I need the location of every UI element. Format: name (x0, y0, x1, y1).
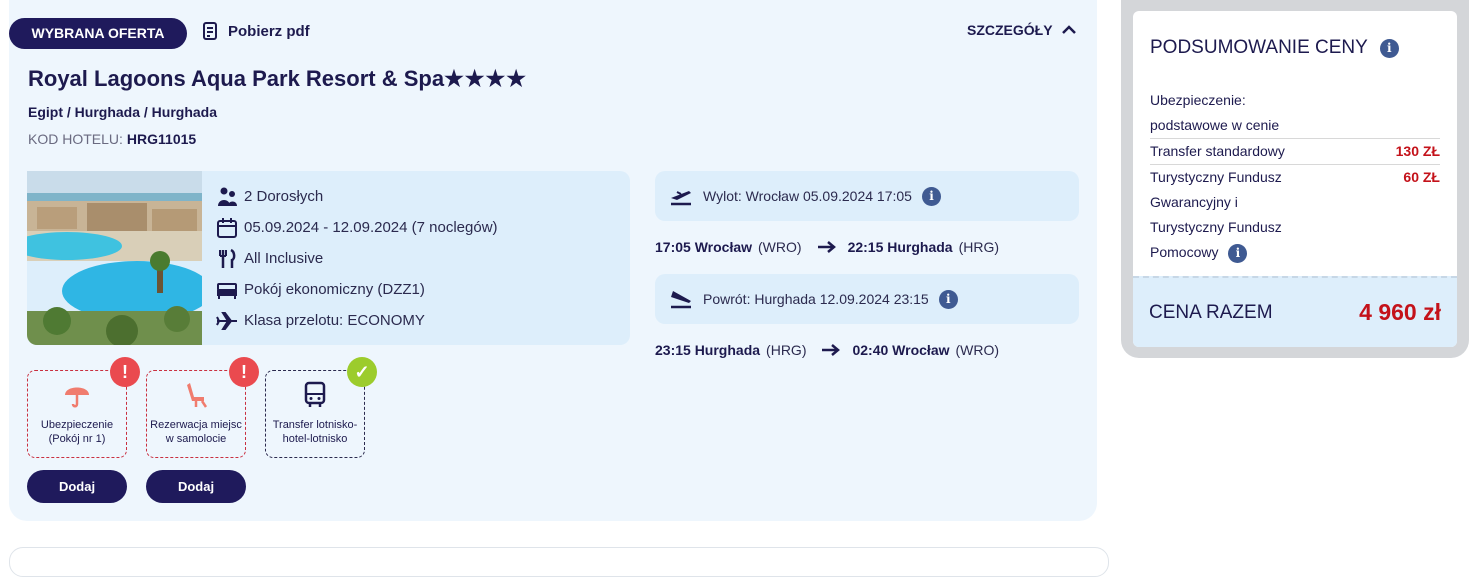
extra-seat-reservation[interactable]: Rezerwacja miejsc w samolocie (146, 370, 246, 458)
details-label: SZCZEGÓŁY (967, 22, 1053, 38)
fork-knife-icon (219, 248, 236, 268)
price-summary-title: PODSUMOWANIE CENY i (1150, 37, 1399, 59)
return-departure: 23:15 Hurghada (655, 342, 761, 358)
return-arrival-code: (WRO) (955, 342, 1000, 358)
dates-row: 05.09.2024 - 12.09.2024 (7 noclegów) (216, 212, 498, 243)
extra-seat-line2: w samolocie (165, 433, 227, 445)
check-icon: ✓ (347, 357, 377, 387)
room-row: Pokój ekonomiczny (DZZ1) (216, 274, 498, 305)
hotel-stars: ★★★★ (444, 66, 527, 91)
plane-arrival-icon (671, 291, 691, 309)
next-card (9, 547, 1109, 577)
total-price-box: CENA RAZEM 4 960 zł (1133, 276, 1457, 347)
outbound-arrival-code: (HRG) (958, 239, 1000, 255)
fund-label-4: Pomocowy (1150, 244, 1219, 260)
arrow-right-icon (817, 241, 836, 253)
total-value: 4 960 zł (1359, 299, 1441, 325)
calendar-icon (217, 217, 237, 238)
details-toggle[interactable]: SZCZEGÓŁY (967, 22, 1077, 38)
arrow-right-icon (822, 344, 841, 356)
room-text: Pokój ekonomiczny (DZZ1) (244, 281, 425, 298)
extra-insurance-line2: (Pokój nr 1) (48, 433, 106, 445)
return-arrival: 02:40 Wrocław (852, 342, 950, 358)
fund-info-icon[interactable]: i (1228, 244, 1248, 263)
warning-icon: ! (110, 357, 140, 387)
chevron-up-icon (1061, 25, 1076, 34)
fund-label-3: Turystyczny Fundusz (1150, 219, 1282, 235)
extra-insurance-line1: Ubezpieczenie (40, 419, 114, 431)
price-row-insurance: Ubezpieczenie: podstawowe w cenie (1150, 88, 1440, 139)
document-icon (203, 22, 217, 40)
fund-label-1: Turystyczny Fundusz (1150, 169, 1282, 185)
transfer-amount: 130 ZŁ (1395, 143, 1440, 159)
people-icon (218, 187, 237, 206)
outbound-route: 17:05 Wrocław (WRO) 22:15 Hurghada (HRG) (655, 239, 999, 255)
selected-offer-badge: WYBRANA OFERTA (9, 18, 187, 49)
bed-icon (217, 282, 237, 299)
insurance-label-2: podstawowe w cenie (1150, 117, 1280, 133)
extra-seat-line1: Rezerwacja miejsc (150, 419, 242, 431)
add-insurance-button[interactable]: Dodaj (27, 470, 127, 503)
warning-icon: ! (229, 357, 259, 387)
plane-icon (216, 311, 237, 330)
return-info-icon[interactable]: i (938, 289, 958, 309)
price-row-fund: Turystyczny Fundusz Gwarancyjny i Turyst… (1150, 165, 1440, 265)
extra-transfer-line1: Transfer lotnisko- (272, 419, 358, 431)
price-rows: Ubezpieczenie: podstawowe w cenie Transfe… (1150, 88, 1440, 265)
hotel-location: Egipt / Hurghada / Hurghada (28, 104, 218, 120)
seat-icon (187, 383, 208, 408)
download-pdf-link[interactable]: Pobierz pdf (202, 22, 310, 40)
hotel-title: Royal Lagoons Aqua Park Resort & Spa★★★★ (28, 66, 527, 92)
insurance-label-1: Ubezpieczenie: (1150, 92, 1246, 108)
hotel-code-label: KOD HOTELU: (28, 131, 123, 147)
hotel-name: Royal Lagoons Aqua Park Resort & Spa (28, 66, 445, 91)
transfer-label: Transfer standardowy (1150, 143, 1285, 159)
price-row-transfer: Transfer standardowy 130 ZŁ (1150, 139, 1440, 165)
outbound-info-icon[interactable]: i (921, 186, 941, 206)
board-text: All Inclusive (244, 250, 324, 267)
return-summary: Powrót: Hurghada 12.09.2024 23:15 (703, 291, 929, 307)
extra-transfer[interactable]: Transfer lotnisko-hotel-lotnisko (265, 370, 365, 458)
hotel-code: KOD HOTELU: HRG11015 (28, 131, 196, 147)
outbound-summary: Wylot: Wrocław 05.09.2024 17:05 (703, 188, 912, 204)
travelers-text: 2 Dorosłych (244, 188, 324, 205)
add-seat-button[interactable]: Dodaj (146, 470, 246, 503)
offer-details-list: 2 Dorosłych 05.09.2024 - 12.09.2024 (7 n… (216, 181, 498, 336)
price-title-text: PODSUMOWANIE CENY (1150, 37, 1368, 58)
dates-text: 05.09.2024 - 12.09.2024 (7 noclegów) (244, 219, 498, 236)
extra-insurance[interactable]: Ubezpieczenie (Pokój nr 1) (27, 370, 127, 458)
flight-class-text: Klasa przelotu: ECONOMY (244, 312, 425, 329)
plane-departure-icon (671, 191, 691, 206)
outbound-flight-box: Wylot: Wrocław 05.09.2024 17:05 i (655, 171, 1079, 221)
return-departure-code: (HRG) (766, 342, 807, 358)
price-info-icon[interactable]: i (1379, 38, 1399, 58)
return-flight-box: Powrót: Hurghada 12.09.2024 23:15 i (655, 274, 1079, 324)
outbound-departure: 17:05 Wrocław (655, 239, 753, 255)
flight-class-row: Klasa przelotu: ECONOMY (216, 305, 498, 336)
price-summary-inner: PODSUMOWANIE CENY i Ubezpieczenie: podsta… (1133, 11, 1457, 347)
bus-icon (304, 381, 326, 407)
total-label: CENA RAZEM (1149, 301, 1273, 323)
offer-info-box: 2 Dorosłych 05.09.2024 - 12.09.2024 (7 n… (27, 171, 630, 345)
hotel-photo[interactable] (27, 171, 202, 345)
price-summary-panel: PODSUMOWANIE CENY i Ubezpieczenie: podsta… (1121, 0, 1469, 358)
outbound-departure-code: (WRO) (758, 239, 802, 255)
return-route: 23:15 Hurghada (HRG) 02:40 Wrocław (WRO) (655, 342, 999, 358)
extra-transfer-line2: hotel-lotnisko (282, 433, 348, 445)
board-row: All Inclusive (216, 243, 498, 274)
umbrella-icon (65, 387, 89, 408)
fund-label-2: Gwarancyjny i (1150, 194, 1238, 210)
fund-amount: 60 ZŁ (1403, 169, 1440, 185)
download-pdf-label: Pobierz pdf (228, 22, 310, 40)
travelers-row: 2 Dorosłych (216, 181, 498, 212)
outbound-arrival: 22:15 Hurghada (847, 239, 953, 255)
hotel-code-value: HRG11015 (126, 131, 197, 147)
